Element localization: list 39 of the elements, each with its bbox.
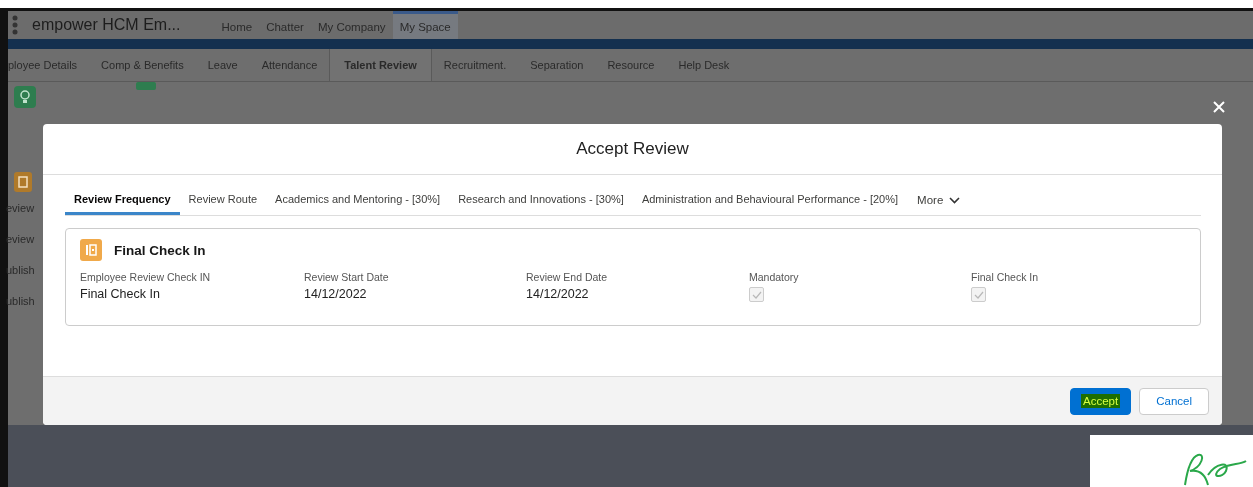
tab[interactable]: Administration and Behavioural Performance - [20%] (632, 185, 908, 215)
tab[interactable]: Research and Innovations - [30%] (449, 185, 633, 215)
chevron-down-icon (949, 196, 961, 204)
nav-tab[interactable]: My Company (310, 11, 393, 39)
modal-title: Accept Review (576, 139, 689, 159)
page-tab[interactable]: ployee Details (8, 49, 90, 81)
app-name: empower HCM Em... (32, 16, 181, 34)
field-value: Final Check In (80, 287, 160, 301)
page-tab[interactable]: Talent Review (329, 49, 432, 81)
close-icon[interactable] (1213, 101, 1225, 113)
nav-tab[interactable]: Chatter (259, 11, 311, 39)
field-label: Employee Review Check IN (80, 271, 211, 283)
tab[interactable]: Review Route (179, 185, 267, 215)
page-tab[interactable]: Resource (595, 49, 667, 81)
field-label: Review End Date (526, 271, 608, 283)
field-label: Final Check In (971, 271, 1039, 283)
page-tab[interactable]: Recruitment. (431, 49, 519, 81)
lightbulb-icon (14, 86, 36, 108)
field-label: Mandatory (749, 271, 799, 283)
field-value: 14/12/2022 (304, 287, 367, 301)
field-value: 14/12/2022 (526, 287, 589, 301)
accept-button[interactable]: Accept (1070, 387, 1132, 415)
field-label: Review Start Date (304, 271, 389, 283)
page-tab[interactable]: Leave (195, 49, 250, 81)
app-icon (136, 82, 156, 90)
nav-tab[interactable]: Home (214, 11, 260, 39)
card-title: Final Check In (114, 242, 206, 258)
nav-tab[interactable]: My Space (392, 11, 458, 39)
page-tab[interactable]: Help Desk (666, 49, 742, 81)
tab[interactable]: Review Frequency (65, 185, 180, 215)
more-tab[interactable]: More (907, 185, 971, 215)
cancel-button[interactable]: Cancel (1139, 387, 1209, 415)
tab[interactable]: Academics and Mentoring - [30%] (266, 185, 450, 215)
page-tab[interactable]: Attendance (249, 49, 330, 81)
record-icon (14, 172, 32, 192)
record-icon (80, 239, 102, 261)
page-tab[interactable]: Comp & Benefits (89, 49, 196, 81)
app-launcher-icon[interactable] (12, 15, 18, 35)
page-tab[interactable]: Separation (518, 49, 596, 81)
